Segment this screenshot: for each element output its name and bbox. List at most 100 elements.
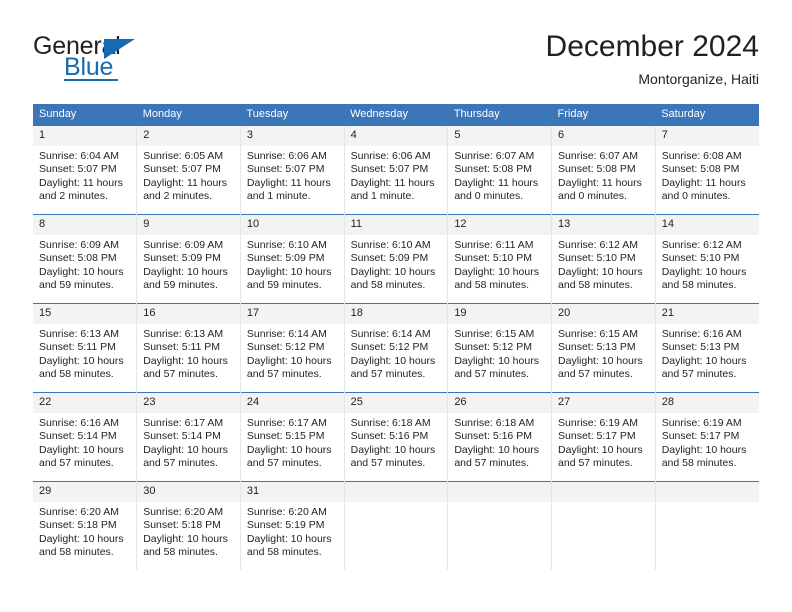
daylight-text-line2: and 58 minutes.	[246, 546, 322, 559]
day-cell[interactable]: 17 Sunrise: 6:14 AM Sunset: 5:12 PM Dayl…	[239, 303, 345, 393]
sunset-text: Sunset: 5:18 PM	[39, 519, 117, 532]
day-cell[interactable]: 21 Sunrise: 6:16 AM Sunset: 5:13 PM Dayl…	[654, 303, 759, 393]
sunrise-text: Sunrise: 6:15 AM	[454, 328, 535, 340]
day-cell[interactable]: 4 Sunrise: 6:06 AM Sunset: 5:07 PM Dayli…	[343, 125, 448, 215]
sunset-text: Sunset: 5:08 PM	[454, 163, 532, 176]
daylight-text-line2: and 57 minutes.	[246, 457, 322, 470]
daylight-text-line1: Daylight: 10 hours	[350, 265, 436, 278]
general-blue-logo[interactable]: General Blue	[33, 32, 233, 88]
day-cell[interactable]: 6 Sunrise: 6:07 AM Sunset: 5:08 PM Dayli…	[551, 125, 656, 215]
day-cell[interactable]: 29 Sunrise: 6:20 AM Sunset: 5:18 PM Dayl…	[33, 481, 137, 570]
sunrise-text: Sunrise: 6:13 AM	[143, 328, 224, 340]
page-title: December 2024	[545, 30, 759, 63]
sunset-text: Sunset: 5:09 PM	[350, 252, 429, 265]
sunrise-text: Sunrise: 6:16 AM	[39, 417, 119, 429]
daylight-text-line1: Daylight: 10 hours	[454, 265, 539, 278]
day-cell[interactable]: 16 Sunrise: 6:13 AM Sunset: 5:11 PM Dayl…	[136, 303, 241, 393]
daylight-text-line2: and 58 minutes.	[661, 279, 737, 292]
day-details: Sunrise: 6:19 AM Sunset: 5:17 PM Dayligh…	[552, 413, 655, 471]
day-cell[interactable]: 18 Sunrise: 6:14 AM Sunset: 5:12 PM Dayl…	[343, 303, 448, 393]
day-cell[interactable]: 12 Sunrise: 6:11 AM Sunset: 5:10 PM Dayl…	[447, 214, 552, 304]
sunset-text: Sunset: 5:10 PM	[454, 252, 532, 265]
sunset-text: Sunset: 5:16 PM	[454, 430, 532, 443]
day-cell[interactable]: 14 Sunrise: 6:12 AM Sunset: 5:10 PM Dayl…	[654, 214, 759, 304]
calendar-week-row: 8 Sunrise: 6:09 AM Sunset: 5:08 PM Dayli…	[33, 214, 759, 304]
day-cell[interactable]: 30 Sunrise: 6:20 AM Sunset: 5:18 PM Dayl…	[136, 481, 241, 570]
day-details: Sunrise: 6:11 AM Sunset: 5:10 PM Dayligh…	[448, 235, 551, 293]
day-number: 17	[240, 304, 344, 324]
daylight-text-line2: and 59 minutes.	[246, 279, 322, 292]
sunset-text: Sunset: 5:08 PM	[39, 252, 117, 265]
day-cell[interactable]: 2 Sunrise: 6:05 AM Sunset: 5:07 PM Dayli…	[136, 125, 241, 215]
day-number: 28	[655, 393, 759, 413]
day-number: 12	[448, 215, 552, 235]
sunset-text: Sunset: 5:18 PM	[143, 519, 221, 532]
day-cell[interactable]: 7 Sunrise: 6:08 AM Sunset: 5:08 PM Dayli…	[654, 125, 759, 215]
day-cell[interactable]: 28 Sunrise: 6:19 AM Sunset: 5:17 PM Dayl…	[654, 392, 759, 482]
day-number: 6	[552, 126, 655, 146]
day-cell[interactable]: 8 Sunrise: 6:09 AM Sunset: 5:08 PM Dayli…	[33, 214, 137, 304]
sunrise-text: Sunrise: 6:04 AM	[39, 150, 119, 162]
daylight-text-line1: Daylight: 10 hours	[454, 354, 539, 367]
day-number: 15	[33, 304, 137, 324]
day-cell[interactable]: 25 Sunrise: 6:18 AM Sunset: 5:16 PM Dayl…	[343, 392, 448, 482]
day-cell[interactable]: 26 Sunrise: 6:18 AM Sunset: 5:16 PM Dayl…	[447, 392, 552, 482]
daylight-text-line1: Daylight: 10 hours	[143, 265, 228, 278]
day-cell[interactable]: 20 Sunrise: 6:15 AM Sunset: 5:13 PM Dayl…	[551, 303, 656, 393]
day-details: Sunrise: 6:12 AM Sunset: 5:10 PM Dayligh…	[552, 235, 655, 293]
sunrise-text: Sunrise: 6:13 AM	[39, 328, 119, 340]
day-cell[interactable]: 1 Sunrise: 6:04 AM Sunset: 5:07 PM Dayli…	[33, 125, 137, 215]
day-details: Sunrise: 6:13 AM Sunset: 5:11 PM Dayligh…	[33, 324, 136, 382]
weekday-header-tuesday: Tuesday	[240, 104, 345, 126]
daylight-text-line2: and 57 minutes.	[246, 368, 322, 381]
brand-underline	[64, 79, 118, 81]
day-number: 25	[344, 393, 448, 413]
day-cell[interactable]: 23 Sunrise: 6:17 AM Sunset: 5:14 PM Dayl…	[136, 392, 241, 482]
day-number: 1	[33, 126, 137, 146]
day-cell[interactable]: 5 Sunrise: 6:07 AM Sunset: 5:08 PM Dayli…	[447, 125, 552, 215]
daylight-text-line1: Daylight: 10 hours	[350, 354, 436, 367]
day-number: 26	[448, 393, 552, 413]
sunrise-text: Sunrise: 6:14 AM	[350, 328, 431, 340]
day-cell[interactable]: 11 Sunrise: 6:10 AM Sunset: 5:09 PM Dayl…	[343, 214, 448, 304]
day-number: 18	[344, 304, 448, 324]
day-details: Sunrise: 6:16 AM Sunset: 5:13 PM Dayligh…	[656, 324, 759, 382]
day-cell[interactable]: 15 Sunrise: 6:13 AM Sunset: 5:11 PM Dayl…	[33, 303, 137, 393]
daylight-text-line2: and 0 minutes.	[558, 190, 627, 203]
calendar-week-row: 1 Sunrise: 6:04 AM Sunset: 5:07 PM Dayli…	[33, 125, 759, 215]
day-cell[interactable]: 10 Sunrise: 6:10 AM Sunset: 5:09 PM Dayl…	[239, 214, 345, 304]
daylight-text-line2: and 57 minutes.	[143, 368, 218, 381]
daylight-text-line1: Daylight: 11 hours	[39, 176, 123, 189]
sunset-text: Sunset: 5:09 PM	[246, 252, 325, 265]
day-cell[interactable]: 24 Sunrise: 6:17 AM Sunset: 5:15 PM Dayl…	[239, 392, 345, 482]
calendar-week-row: 15 Sunrise: 6:13 AM Sunset: 5:11 PM Dayl…	[33, 303, 759, 393]
sunset-text: Sunset: 5:11 PM	[143, 341, 221, 354]
day-details: Sunrise: 6:10 AM Sunset: 5:09 PM Dayligh…	[345, 235, 448, 293]
daylight-text-line2: and 57 minutes.	[143, 457, 218, 470]
sunset-text: Sunset: 5:07 PM	[246, 163, 325, 176]
sunrise-text: Sunrise: 6:11 AM	[454, 239, 534, 251]
day-number: 19	[448, 304, 552, 324]
daylight-text-line1: Daylight: 10 hours	[143, 443, 228, 456]
day-number: 21	[655, 304, 759, 324]
daylight-text-line2: and 57 minutes.	[558, 368, 633, 381]
day-cell-empty	[551, 481, 656, 570]
day-cell[interactable]: 31 Sunrise: 6:20 AM Sunset: 5:19 PM Dayl…	[239, 481, 345, 570]
daylight-text-line2: and 58 minutes.	[454, 279, 530, 292]
sunrise-text: Sunrise: 6:06 AM	[246, 150, 327, 162]
daylight-text-line1: Daylight: 10 hours	[558, 265, 643, 278]
day-details: Sunrise: 6:17 AM Sunset: 5:14 PM Dayligh…	[137, 413, 240, 471]
daylight-text-line1: Daylight: 11 hours	[661, 176, 746, 189]
day-cell[interactable]: 13 Sunrise: 6:12 AM Sunset: 5:10 PM Dayl…	[551, 214, 656, 304]
day-cell[interactable]: 9 Sunrise: 6:09 AM Sunset: 5:09 PM Dayli…	[136, 214, 241, 304]
daylight-text-line2: and 57 minutes.	[39, 457, 114, 470]
day-cell[interactable]: 22 Sunrise: 6:16 AM Sunset: 5:14 PM Dayl…	[33, 392, 137, 482]
day-cell[interactable]: 3 Sunrise: 6:06 AM Sunset: 5:07 PM Dayli…	[239, 125, 345, 215]
day-cell[interactable]: 19 Sunrise: 6:15 AM Sunset: 5:12 PM Dayl…	[447, 303, 552, 393]
day-number: 5	[448, 126, 552, 146]
sunrise-text: Sunrise: 6:17 AM	[246, 417, 327, 429]
day-details: Sunrise: 6:04 AM Sunset: 5:07 PM Dayligh…	[33, 146, 136, 204]
day-details: Sunrise: 6:06 AM Sunset: 5:07 PM Dayligh…	[241, 146, 344, 204]
daylight-text-line2: and 57 minutes.	[350, 368, 426, 381]
day-cell[interactable]: 27 Sunrise: 6:19 AM Sunset: 5:17 PM Dayl…	[551, 392, 656, 482]
